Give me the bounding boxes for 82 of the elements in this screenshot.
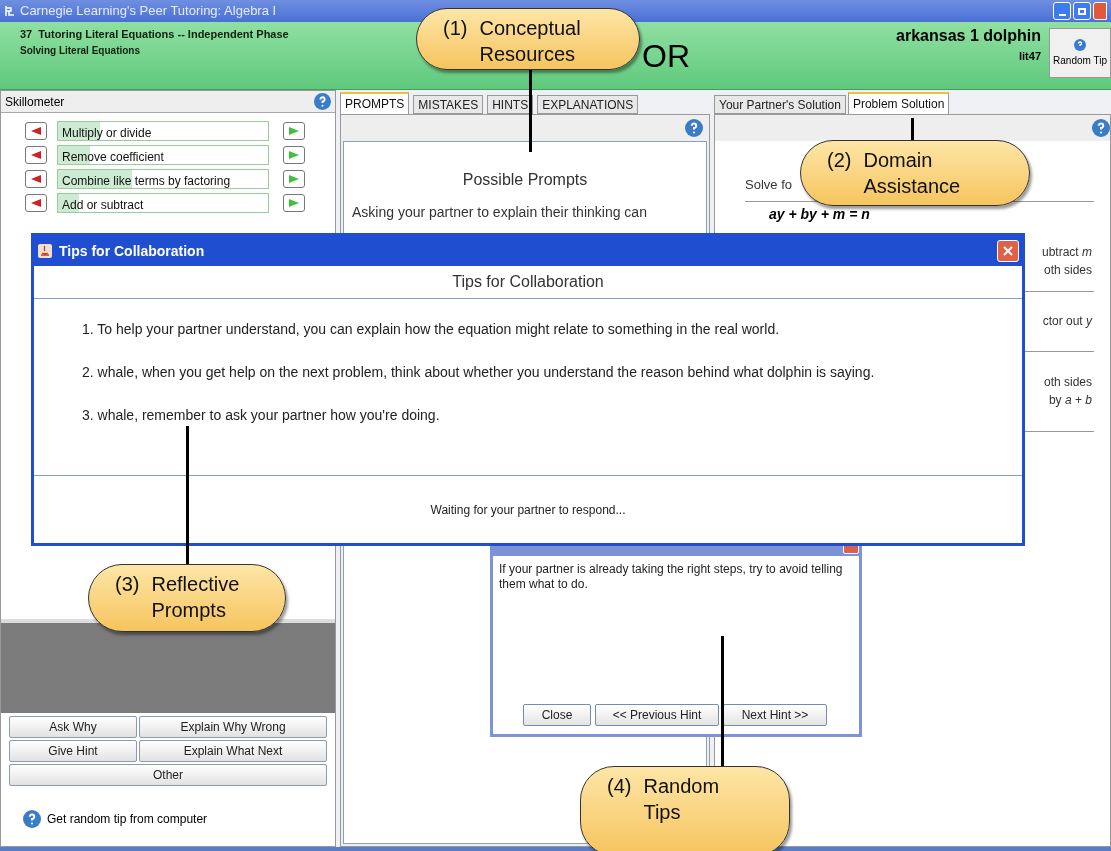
tip-text: 1. To help your partner understand, you can explain how the equation might relate to something in the real world.	[82, 320, 781, 339]
tab[interactable]: PROMPTS	[340, 92, 410, 114]
right-arrow-button[interactable]	[283, 146, 305, 164]
skill-name: Add or subtract	[62, 197, 144, 214]
hint-button[interactable]: Close	[523, 704, 591, 726]
skill-name: Combine like terms by factoring	[62, 173, 231, 190]
callout-text: Conceptual	[479, 16, 581, 41]
action-button[interactable]: Other	[9, 764, 327, 786]
tab[interactable]: MISTAKES	[413, 95, 484, 114]
window-title: Carnegie Learning's Peer Tutoring: Algebra I	[20, 2, 277, 21]
right-arrow-icon	[289, 151, 299, 159]
help-icon	[23, 810, 41, 828]
callout-number: (1)	[443, 16, 468, 41]
step-text: by a + b	[1048, 392, 1092, 409]
callout-text: Assistance	[863, 174, 961, 199]
left-arrow-icon	[31, 199, 41, 207]
right-arrow-button[interactable]	[283, 170, 305, 188]
close-button[interactable]	[997, 240, 1019, 262]
leader-line	[911, 118, 914, 140]
right-arrow-button[interactable]	[283, 194, 305, 212]
java-icon	[37, 243, 53, 259]
callout-text: Reflective	[151, 572, 240, 597]
hint-button[interactable]: << Previous Hint	[595, 704, 719, 726]
action-button[interactable]: Explain Why Wrong	[139, 716, 327, 738]
app-icon	[4, 5, 16, 17]
hint-button[interactable]: Next Hint >>	[723, 704, 827, 726]
right-arrow-icon	[289, 199, 299, 207]
left-arrow-button[interactable]	[25, 170, 47, 188]
callout-number: (2)	[827, 148, 852, 173]
left-arrow-button[interactable]	[25, 122, 47, 140]
dialog-title: Tips for Collaboration	[59, 241, 205, 261]
close-button[interactable]	[1093, 2, 1107, 20]
right-arrow-icon	[289, 175, 299, 183]
random-tip-link[interactable]: Get random tip from computer	[47, 810, 208, 828]
right-arrow-button[interactable]	[283, 122, 305, 140]
callout-text: Domain	[863, 148, 934, 173]
status-text: Waiting for your partner to respond...	[429, 501, 627, 519]
skill-name: Multiply or divide	[62, 125, 152, 142]
user-name: arkansas 1 dolphin	[896, 26, 1041, 46]
minimize-button[interactable]	[1053, 2, 1071, 20]
prompt-text: Asking your partner to explain their thinking can	[352, 203, 648, 222]
hint-text: If your partner is already taking the right steps, try to avoid telling them what to do.	[499, 562, 844, 592]
section-title: Solving Literal Equations	[20, 43, 140, 58]
right-arrow-icon	[289, 127, 299, 135]
skill-name: Remove coefficient	[62, 149, 164, 166]
tab[interactable]: Your Partner's Solution	[714, 95, 846, 114]
left-arrow-icon	[31, 175, 41, 183]
tip-text: 2. whale, when you get help on the next problem, think about whether you understand the reason behind what dolphin is saying.	[82, 363, 876, 382]
step-text: ctor out y	[1042, 313, 1092, 330]
tab[interactable]: EXPLANATIONS	[537, 95, 639, 114]
left-arrow-button[interactable]	[25, 194, 47, 212]
left-arrow-icon	[31, 127, 41, 135]
help-icon	[1074, 38, 1086, 51]
step-text: oth sides	[1043, 374, 1092, 391]
random-tip-button[interactable]: Random Tip	[1049, 28, 1111, 78]
tab[interactable]: HINTS	[487, 95, 534, 114]
help-icon	[685, 119, 703, 137]
callout-number: (4)	[607, 774, 632, 799]
callout-text: Tips	[643, 800, 682, 825]
callout-text: Prompts	[151, 598, 227, 623]
action-button[interactable]: Explain What Next	[139, 740, 327, 762]
maximize-button[interactable]	[1073, 2, 1091, 20]
dialog-heading: Tips for Collaboration	[34, 266, 1022, 299]
action-button[interactable]: Give Hint	[9, 740, 137, 762]
step-text: oth sides	[1043, 262, 1092, 279]
banner-text: OR	[642, 37, 690, 76]
callout-text: Random	[643, 774, 720, 799]
close-icon	[1002, 245, 1014, 257]
callout-number: (3)	[115, 572, 140, 597]
help-icon	[314, 93, 331, 110]
panel-title: Skillometer	[5, 93, 65, 111]
user-id: lit47	[1019, 49, 1041, 64]
left-arrow-icon	[31, 151, 41, 159]
equation: ay + by + m = n	[768, 204, 871, 224]
tab[interactable]: Problem Solution	[847, 92, 950, 114]
left-arrow-button[interactable]	[25, 146, 47, 164]
step-text: ubtract m	[1041, 244, 1092, 261]
panel-heading: Possible Prompts	[461, 170, 589, 190]
callout-text: Resources	[479, 42, 577, 67]
tip-text: 3. whale, remember to ask your partner how you're doing.	[82, 406, 441, 425]
action-button[interactable]: Ask Why	[9, 716, 137, 738]
lesson-title: 37 Tutoring Literal Equations -- Independent Phase	[20, 27, 289, 42]
